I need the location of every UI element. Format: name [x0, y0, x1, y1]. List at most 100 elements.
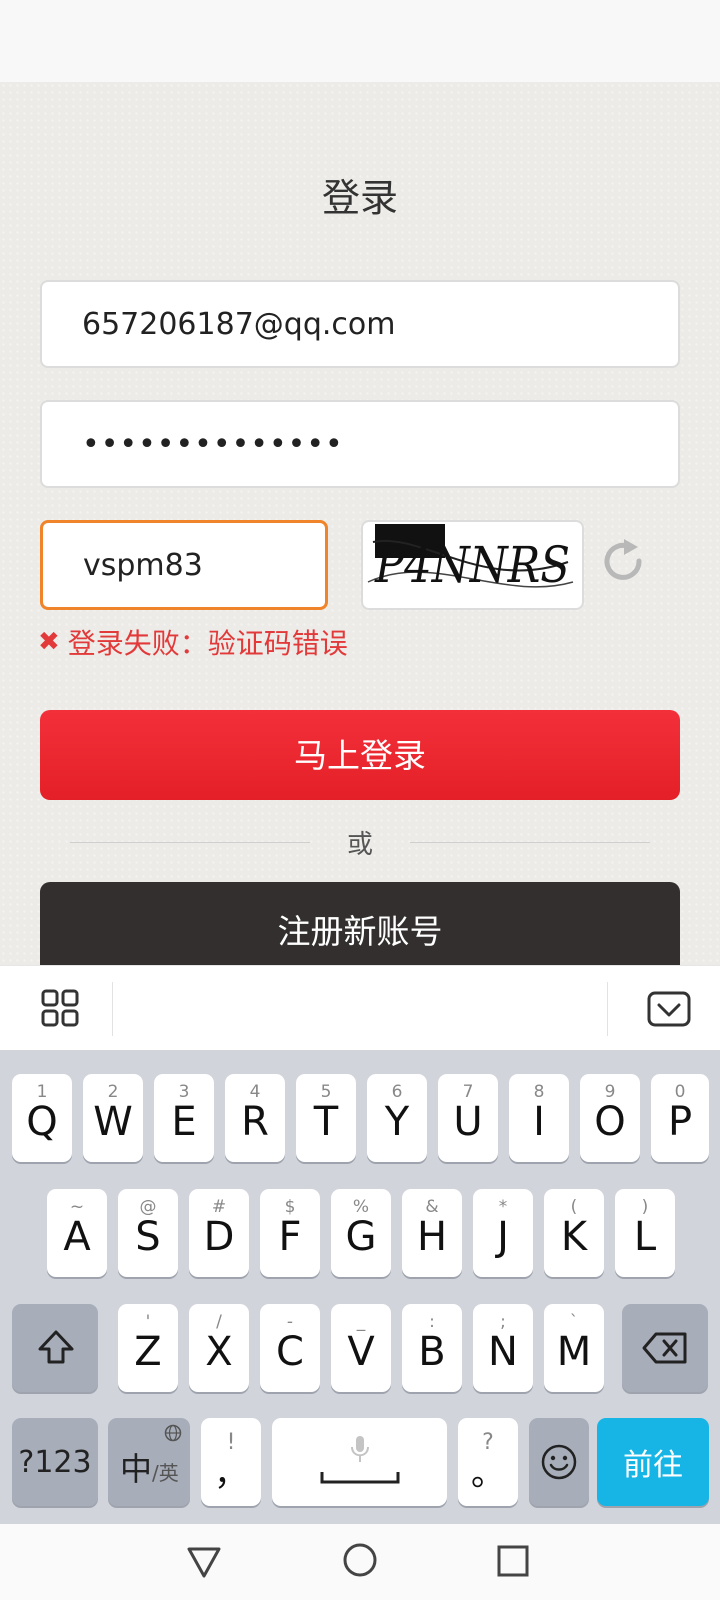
numbers-key[interactable]: ?123 [12, 1418, 98, 1506]
recents-icon[interactable] [496, 1544, 530, 1578]
backspace-key[interactable] [622, 1304, 708, 1392]
backspace-icon [642, 1332, 687, 1364]
email-input[interactable] [82, 282, 658, 366]
toolbar-separator [607, 982, 608, 1036]
error-icon: ✖ [38, 627, 60, 657]
key-label: 前往 [623, 1448, 683, 1483]
key-label: P [667, 1099, 693, 1145]
refresh-captcha-icon[interactable] [600, 537, 646, 587]
key-h[interactable]: & H [402, 1189, 462, 1277]
key-label: L [633, 1214, 657, 1260]
password-field[interactable] [40, 400, 680, 488]
key-p[interactable]: 0 P [651, 1074, 709, 1162]
login-page: 登录 P4NNRS ✖ 登录失败：验证码错误 马上登录 或 注册新账号 [0, 82, 720, 965]
error-message: ✖ 登录失败：验证码错误 [38, 622, 348, 662]
captcha-input[interactable] [83, 523, 305, 607]
period-key[interactable]: ? 。 [458, 1418, 518, 1506]
register-button[interactable]: 注册新账号 [40, 882, 680, 965]
key-label: 。 [471, 1454, 505, 1494]
toolbar-separator [112, 982, 113, 1036]
keyboard-toolbar [0, 965, 720, 1050]
key-label: T [313, 1099, 339, 1145]
key-label: A [63, 1214, 91, 1260]
comma-key[interactable]: ! ， [201, 1418, 261, 1506]
shift-icon [38, 1330, 74, 1364]
key-u[interactable]: 7 U [438, 1074, 498, 1162]
microphone-icon [351, 1436, 369, 1462]
key-b[interactable]: : B [402, 1304, 462, 1392]
navigation-bar [0, 1524, 720, 1600]
key-x[interactable]: / X [189, 1304, 249, 1392]
key-f[interactable]: $ F [260, 1189, 320, 1277]
key-q[interactable]: 1 Q [12, 1074, 72, 1162]
captcha-image[interactable]: P4NNRS [361, 520, 584, 610]
shift-key[interactable] [12, 1304, 98, 1392]
key-label: N [488, 1329, 518, 1375]
key-label: K [560, 1214, 588, 1260]
key-label: C [276, 1329, 304, 1375]
key-i[interactable]: 8 I [509, 1074, 569, 1162]
key-label: Z [134, 1329, 162, 1375]
key-label: G [345, 1214, 377, 1260]
key-l[interactable]: ) L [615, 1189, 675, 1277]
key-j[interactable]: * J [473, 1189, 533, 1277]
globe-icon [164, 1424, 182, 1442]
or-separator: 或 [346, 830, 373, 860]
space-key[interactable] [272, 1418, 447, 1506]
key-w[interactable]: 2 W [83, 1074, 143, 1162]
language-switch-key[interactable]: 中/英 [108, 1418, 190, 1506]
key-label: M [556, 1329, 592, 1375]
key-label: I [533, 1099, 545, 1145]
key-k[interactable]: ( K [544, 1189, 604, 1277]
keyboard: 1 Q 2 W 3 E 4 R 5 T 6 Y 7 U 8 I 9 O 0 P … [0, 1050, 720, 1524]
key-t[interactable]: 5 T [296, 1074, 356, 1162]
key-g[interactable]: % G [331, 1189, 391, 1277]
key-label: J [497, 1214, 509, 1260]
password-input[interactable] [82, 402, 658, 486]
key-n[interactable]: ; N [473, 1304, 533, 1392]
key-c[interactable]: - C [260, 1304, 320, 1392]
key-v[interactable]: _ V [331, 1304, 391, 1392]
key-label: ， [214, 1454, 248, 1494]
key-label: V [347, 1329, 375, 1375]
captcha-text: P4NNRS [374, 536, 570, 594]
key-s[interactable]: @ S [118, 1189, 178, 1277]
key-y[interactable]: 6 Y [367, 1074, 427, 1162]
divider-left [70, 842, 310, 843]
divider-right [410, 842, 650, 843]
key-d[interactable]: # D [189, 1189, 249, 1277]
key-label: X [205, 1329, 233, 1375]
captcha-graphic: P4NNRS [367, 524, 574, 594]
key-a[interactable]: ~ A [47, 1189, 107, 1277]
key-label: S [135, 1214, 161, 1260]
home-icon[interactable] [342, 1542, 378, 1578]
key-e[interactable]: 3 E [154, 1074, 214, 1162]
hide-keyboard-icon[interactable] [647, 991, 691, 1027]
key-label: R [241, 1099, 269, 1145]
key-label: H [416, 1214, 448, 1260]
captcha-field[interactable] [40, 520, 328, 610]
status-bar [0, 0, 720, 82]
key-z[interactable]: ' Z [118, 1304, 178, 1392]
key-label: Y [384, 1099, 410, 1145]
emoji-icon [541, 1444, 577, 1480]
key-label: B [418, 1329, 446, 1375]
key-label: U [453, 1099, 483, 1145]
go-key[interactable]: 前往 [597, 1418, 709, 1506]
login-button[interactable]: 马上登录 [40, 710, 680, 800]
key-m[interactable]: ` M [544, 1304, 604, 1392]
back-icon[interactable] [186, 1544, 222, 1580]
emoji-key[interactable] [529, 1418, 589, 1506]
key-label: Q [26, 1099, 58, 1145]
key-label: E [171, 1099, 197, 1145]
key-label: O [594, 1099, 626, 1145]
key-label: ?123 [18, 1444, 92, 1480]
key-o[interactable]: 9 O [580, 1074, 640, 1162]
email-field[interactable] [40, 280, 680, 368]
key-r[interactable]: 4 R [225, 1074, 285, 1162]
key-label: 中 [120, 1450, 153, 1488]
page-title: 登录 [321, 176, 398, 220]
key-label: D [203, 1214, 235, 1260]
key-label: F [278, 1214, 302, 1260]
apps-grid-icon[interactable] [40, 988, 80, 1028]
